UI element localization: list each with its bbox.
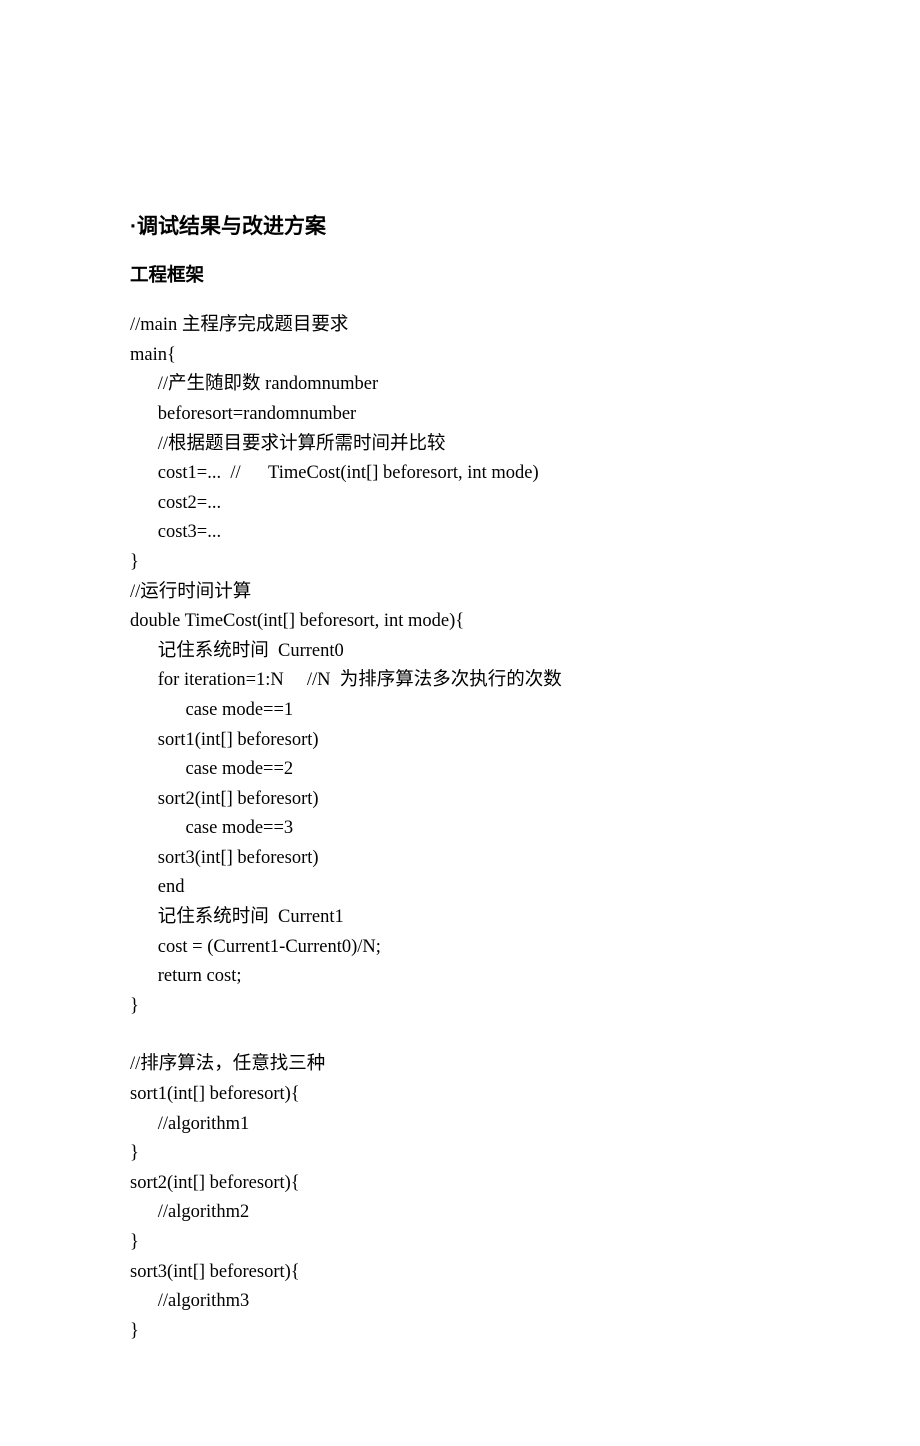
code-line: case mode==1 xyxy=(130,696,790,726)
code-line: } xyxy=(130,548,790,578)
code-line: //algorithm2 xyxy=(130,1198,790,1228)
section-subheading: 工程框架 xyxy=(130,260,790,290)
code-line: //排序算法，任意找三种 xyxy=(130,1050,790,1080)
code-line: cost3=... xyxy=(130,518,790,548)
code-line: sort2(int[] beforesort){ xyxy=(130,1169,790,1199)
code-line: sort1(int[] beforesort) xyxy=(130,726,790,756)
code-line: //algorithm1 xyxy=(130,1110,790,1140)
code-line: //根据题目要求计算所需时间并比较 xyxy=(130,430,790,460)
code-line: end xyxy=(130,873,790,903)
code-line: sort2(int[] beforesort) xyxy=(130,785,790,815)
code-line: 记住系统时间 Current1 xyxy=(130,903,790,933)
code-line: case mode==2 xyxy=(130,755,790,785)
code-line: } xyxy=(130,1139,790,1169)
code-line: sort3(int[] beforesort){ xyxy=(130,1258,790,1288)
code-line: sort3(int[] beforesort) xyxy=(130,844,790,874)
code-line: for iteration=1:N //N 为排序算法多次执行的次数 xyxy=(130,666,790,696)
code-line: //main 主程序完成题目要求 xyxy=(130,311,790,341)
code-line: 记住系统时间 Current0 xyxy=(130,637,790,667)
code-line: return cost; xyxy=(130,962,790,992)
code-line: case mode==3 xyxy=(130,814,790,844)
document-page: ·调试结果与改进方案 工程框架 //main 主程序完成题目要求 main{ /… xyxy=(0,0,920,1446)
blank-line xyxy=(130,1021,790,1050)
code-line: beforesort=randomnumber xyxy=(130,400,790,430)
code-line: //运行时间计算 xyxy=(130,578,790,608)
code-line: } xyxy=(130,1228,790,1258)
section-heading: ·调试结果与改进方案 xyxy=(130,210,790,244)
code-line: cost1=... // TimeCost(int[] beforesort, … xyxy=(130,459,790,489)
code-line: cost = (Current1-Current0)/N; xyxy=(130,933,790,963)
code-line: sort1(int[] beforesort){ xyxy=(130,1080,790,1110)
code-line: //产生随即数 randomnumber xyxy=(130,370,790,400)
code-line: cost2=... xyxy=(130,489,790,519)
code-line: double TimeCost(int[] beforesort, int mo… xyxy=(130,607,790,637)
code-line: } xyxy=(130,1317,790,1347)
code-line: main{ xyxy=(130,341,790,371)
code-line: } xyxy=(130,992,790,1022)
